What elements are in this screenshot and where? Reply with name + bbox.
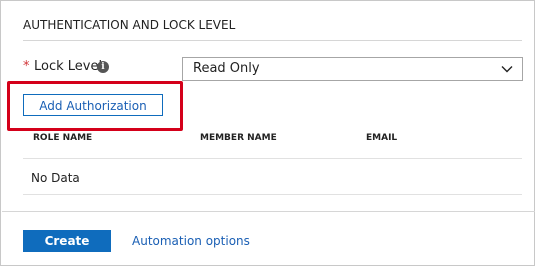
info-icon[interactable]: i — [97, 61, 109, 73]
chevron-down-icon — [501, 66, 513, 73]
automation-options-link[interactable]: Automation options — [132, 234, 250, 248]
column-header-role-name: ROLE NAME — [33, 133, 93, 143]
add-authorization-button[interactable]: Add Authorization — [23, 94, 163, 116]
column-header-member-name: MEMBER NAME — [200, 133, 277, 143]
lock-level-label: Lock Level — [34, 59, 103, 74]
required-marker: * — [23, 59, 30, 74]
table-header-divider — [23, 158, 522, 159]
column-header-email: EMAIL — [366, 133, 398, 143]
footer-divider — [2, 211, 535, 212]
panel: AUTHENTICATION AND LOCK LEVEL * Lock Lev… — [0, 0, 535, 266]
create-button[interactable]: Create — [23, 230, 111, 252]
section-title: AUTHENTICATION AND LOCK LEVEL — [23, 18, 236, 32]
divider — [23, 40, 522, 41]
lock-level-selected-value: Read Only — [193, 61, 260, 76]
table-divider — [23, 194, 522, 195]
empty-table-text: No Data — [31, 171, 80, 185]
lock-level-select[interactable]: Read Only — [182, 57, 523, 81]
